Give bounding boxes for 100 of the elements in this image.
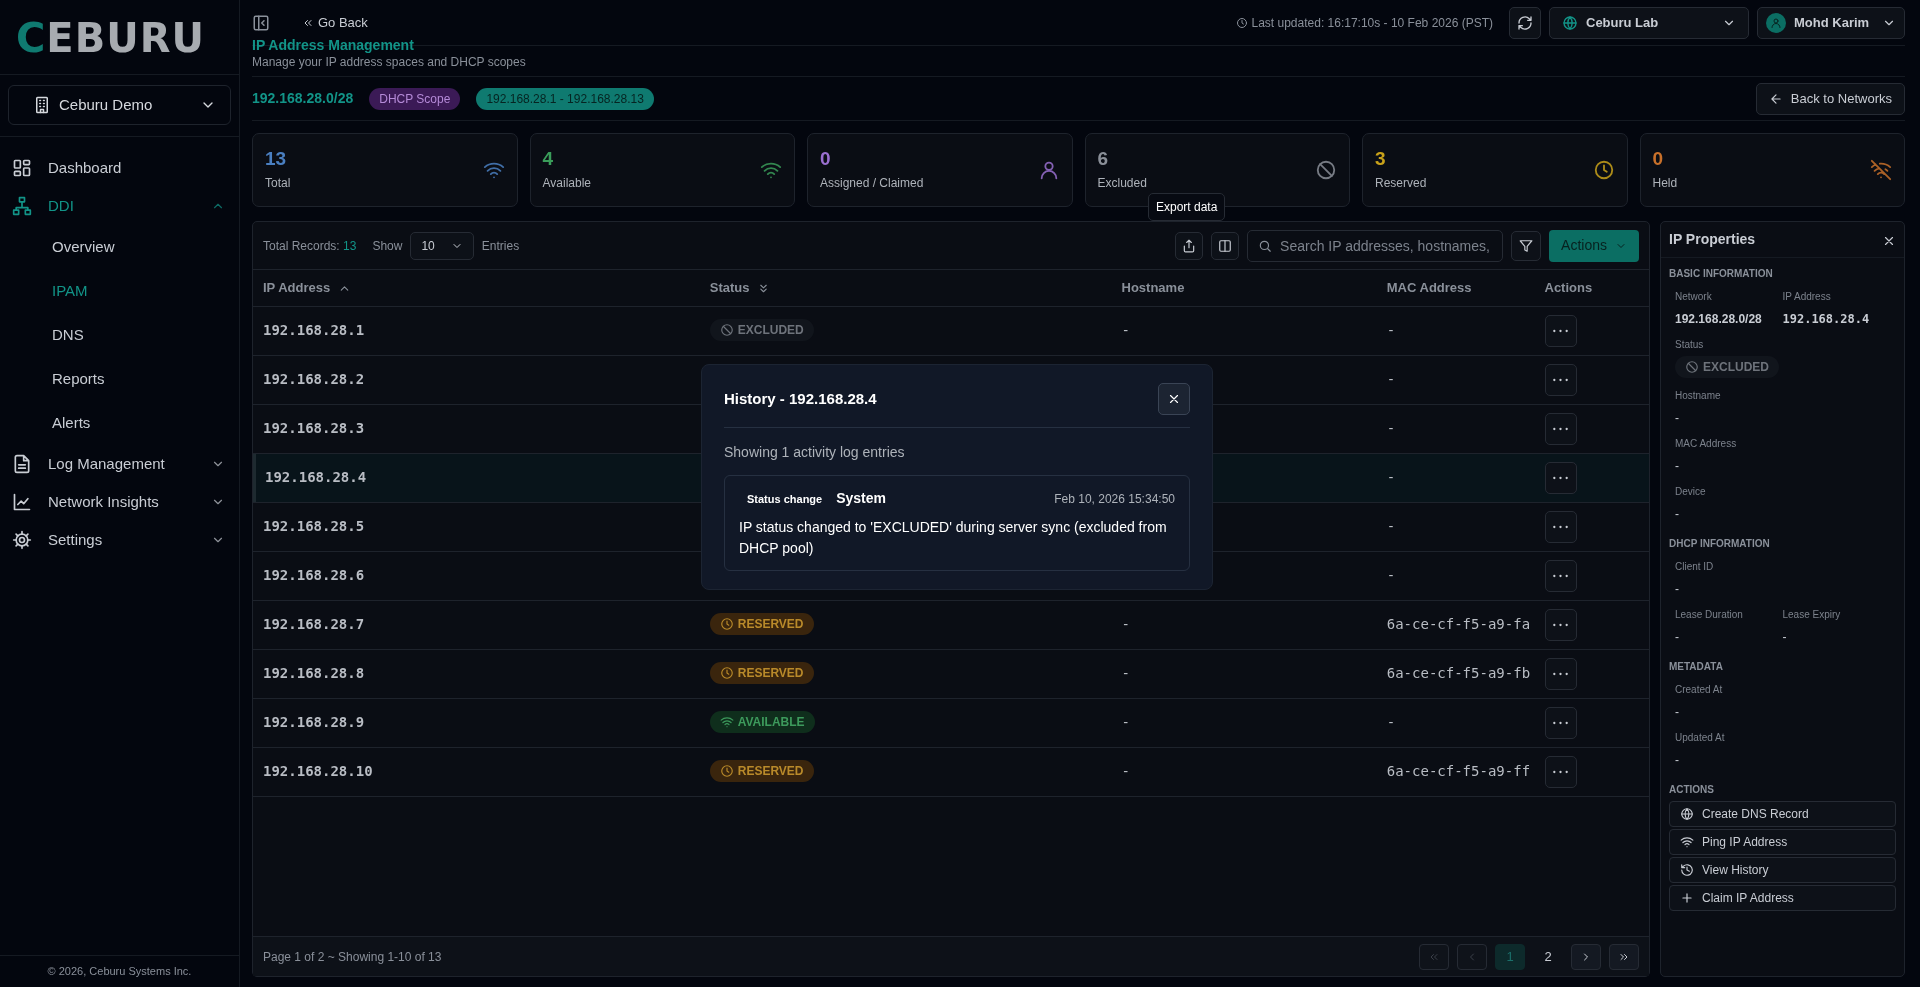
stat-label: Excluded <box>1097 174 1148 192</box>
field-label: Device <box>1675 485 1707 500</box>
stat-label: Available <box>542 174 592 192</box>
search-field[interactable]: Search IP addresses, hostnames, <box>1247 229 1504 262</box>
row-actions-button[interactable] <box>1544 608 1577 641</box>
field-label: Created At <box>1675 683 1724 698</box>
panel-action-button[interactable]: Ping IP Address <box>1669 829 1896 856</box>
nav-subitem[interactable]: DNS <box>0 313 239 357</box>
back-to-networks-button[interactable]: Back to Networks <box>1755 82 1905 115</box>
field-label: Hostname <box>1675 389 1722 404</box>
site-select[interactable]: Ceburu Lab <box>1549 6 1749 39</box>
columns-button[interactable] <box>1211 231 1240 260</box>
page-size-select[interactable]: 10 <box>410 231 474 260</box>
hostname-cell: - <box>1121 616 1130 633</box>
stat-label: Total <box>265 174 292 192</box>
field-value: - <box>1675 630 1679 645</box>
row-actions-button[interactable] <box>1544 314 1577 347</box>
nav-subitem[interactable]: Alerts <box>0 401 239 445</box>
last-page-button[interactable] <box>1609 943 1639 970</box>
nav-subitem[interactable]: Reports <box>0 357 239 401</box>
mac-address-cell: 6a-ce-cf-f5-a9-fa <box>1386 616 1531 633</box>
wifi-off-icon <box>1870 159 1892 182</box>
ip-address-cell: 192.168.28.8 <box>263 665 365 682</box>
more-icon <box>1553 328 1568 333</box>
column-header: Hostname <box>1121 279 1185 298</box>
total-records-text: Total Records: 13 <box>263 237 357 255</box>
log-summary: Showing 1 activity log entries <box>724 443 906 463</box>
row-actions-button[interactable] <box>1544 755 1577 788</box>
column-header[interactable]: Status <box>709 278 771 298</box>
ip-address-cell: 192.168.28.6 <box>263 567 365 584</box>
panel-action-button[interactable]: Create DNS Record <box>1669 801 1896 828</box>
stat-value: 13 <box>265 148 288 170</box>
user-menu[interactable]: Mohd Karim <box>1757 6 1905 39</box>
mac-address-cell: - <box>1386 420 1396 437</box>
row-actions-button[interactable] <box>1544 363 1577 396</box>
field-value: - <box>1675 507 1679 522</box>
status-badge: AVAILABLE <box>709 710 815 733</box>
globe-icon <box>1680 807 1694 822</box>
stat-value: 0 <box>1652 148 1665 170</box>
filter-button[interactable] <box>1511 230 1542 261</box>
export-button[interactable] <box>1175 231 1204 260</box>
nav-subitem[interactable]: IPAM <box>0 269 239 313</box>
row-actions-button[interactable] <box>1544 461 1577 494</box>
column-header[interactable]: IP Address <box>263 278 352 298</box>
mac-address-cell: 6a-ce-cf-f5-a9-ff <box>1386 763 1531 780</box>
status-badge: RESERVED <box>709 612 814 635</box>
next-page-button[interactable] <box>1571 943 1601 970</box>
ip-address-cell: 192.168.28.2 <box>263 371 365 388</box>
row-actions-button[interactable] <box>1544 559 1577 592</box>
scope-type-tag: DHCP Scope <box>369 87 461 110</box>
ip-address-cell: 192.168.28.1 <box>263 322 365 339</box>
nav-item[interactable]: Log Management <box>0 445 239 483</box>
sidebar-toggle-icon <box>252 14 270 33</box>
nav-item[interactable]: Dashboard <box>0 149 239 187</box>
log-actor: System <box>836 489 886 509</box>
panel-action-button[interactable]: Claim IP Address <box>1669 885 1896 912</box>
hostname-cell: - <box>1121 665 1130 682</box>
field-label: IP Address <box>1782 290 1832 305</box>
row-actions-button[interactable] <box>1544 510 1577 543</box>
status-badge: RESERVED <box>709 661 814 684</box>
field-label: Lease Duration <box>1675 608 1744 623</box>
field-value: - <box>1675 582 1679 597</box>
org-select[interactable]: Ceburu Demo <box>8 85 231 125</box>
history-icon <box>1680 863 1694 878</box>
more-icon <box>1553 377 1568 382</box>
row-actions-button[interactable] <box>1544 657 1577 690</box>
field-label: Network <box>1675 290 1713 305</box>
nav-item[interactable]: Settings <box>0 521 239 559</box>
mac-address-cell: - <box>1386 322 1396 339</box>
document-icon <box>12 454 32 474</box>
row-actions-button[interactable] <box>1544 412 1577 445</box>
refresh-button[interactable] <box>1509 6 1541 39</box>
section-heading: ACTIONS <box>1668 783 1715 798</box>
nav-item[interactable]: Network Insights <box>0 483 239 521</box>
mac-address-cell: - <box>1386 567 1396 584</box>
page-button[interactable]: 2 <box>1533 943 1563 970</box>
gear-icon <box>12 530 32 550</box>
field-label: MAC Address <box>1675 437 1738 452</box>
ban-icon <box>719 322 734 337</box>
more-icon <box>1553 426 1568 431</box>
panel-action-button[interactable]: View History <box>1669 857 1896 884</box>
clock-icon <box>1235 16 1248 29</box>
log-time: Feb 10, 2026 15:34:50 <box>1054 490 1175 508</box>
field-value: - <box>1782 630 1787 645</box>
field-label: Status <box>1675 338 1705 353</box>
panel-title: IP Properties <box>1669 230 1756 250</box>
refresh-icon <box>1517 14 1533 31</box>
more-icon <box>1553 671 1568 676</box>
nav-item[interactable]: DDI <box>0 187 239 225</box>
ip-address-cell-text: 192.168.28.4 <box>264 469 367 486</box>
clock-icon <box>1592 159 1615 182</box>
dashboard-icon <box>12 158 32 178</box>
logo: CEBURU <box>0 0 239 75</box>
tooltip: Export data <box>1148 193 1226 222</box>
show-label: Show <box>372 237 403 255</box>
stat-label: Assigned / Claimed <box>820 174 925 192</box>
row-actions-button[interactable] <box>1544 706 1577 739</box>
nav-subitem[interactable]: Overview <box>0 225 239 269</box>
ip-address-cell: 192.168.28.10 <box>263 763 373 780</box>
back-link[interactable]: Go Back <box>294 8 376 37</box>
